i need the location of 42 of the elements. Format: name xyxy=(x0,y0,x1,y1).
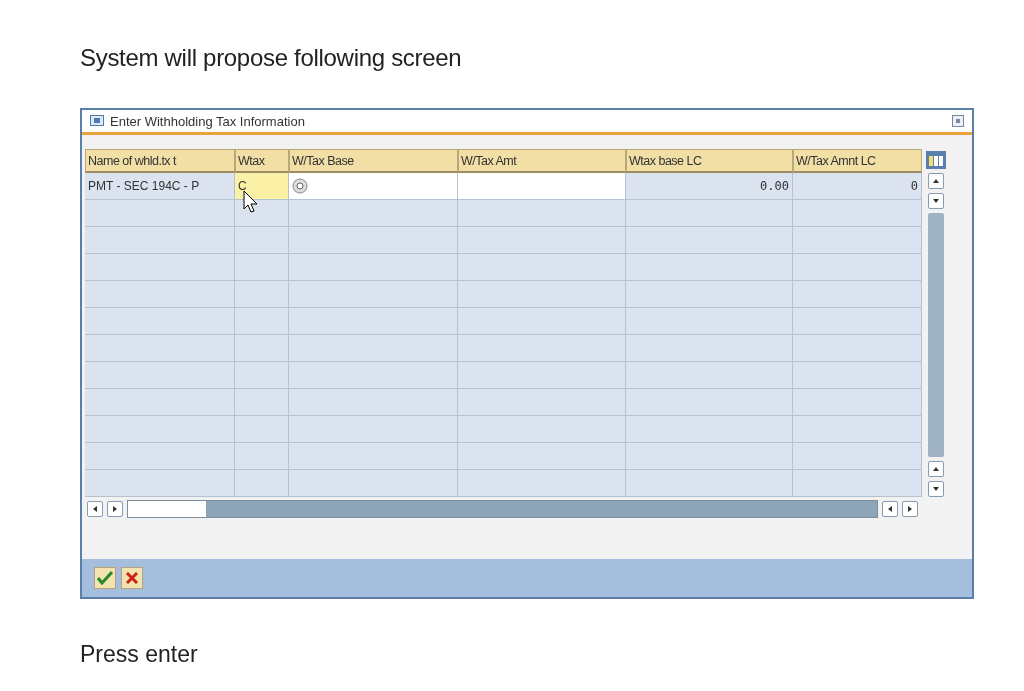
left-arrow-icon xyxy=(886,505,894,513)
column-header[interactable]: Wtax base LC xyxy=(626,149,793,173)
down-arrow-icon xyxy=(931,197,940,205)
mouse-pointer-icon xyxy=(243,190,259,214)
instruction-text: Press enter xyxy=(80,641,199,668)
input-field[interactable]: C xyxy=(235,173,289,200)
table-cell: PMT - SEC 194C - P xyxy=(85,173,235,200)
column-header[interactable]: Name of whld.tx t xyxy=(85,149,235,173)
right-arrow-icon xyxy=(906,505,914,513)
scroll-button[interactable] xyxy=(87,501,103,517)
scroll-button[interactable] xyxy=(927,461,944,477)
window-title: Enter Withholding Tax Information xyxy=(110,113,306,129)
column-header[interactable]: Wtax xyxy=(235,149,289,173)
scroll-button[interactable] xyxy=(882,501,898,517)
table-cell: 0.00 xyxy=(626,173,793,200)
column-header[interactable]: W/Tax Amt xyxy=(458,149,626,173)
up-arrow-icon xyxy=(931,465,940,473)
confirm-button[interactable] xyxy=(94,567,116,589)
up-arrow-icon xyxy=(931,177,940,185)
checkmark-icon xyxy=(97,571,113,585)
scroll-button[interactable] xyxy=(927,173,944,189)
input-field[interactable] xyxy=(289,173,458,200)
down-arrow-icon xyxy=(931,485,940,493)
cross-icon xyxy=(125,571,139,585)
scrollbar-track[interactable] xyxy=(927,213,944,457)
scroll-button[interactable] xyxy=(902,501,918,517)
column-settings-icon[interactable] xyxy=(925,151,946,169)
scroll-button[interactable] xyxy=(107,501,123,517)
column-header[interactable]: W/Tax Amnt LC xyxy=(793,149,922,173)
input-field[interactable] xyxy=(458,173,626,200)
value-help-icon[interactable] xyxy=(292,178,308,194)
scroll-button[interactable] xyxy=(927,193,944,209)
horizontal-scrollbar[interactable] xyxy=(127,500,878,518)
table-cell: 0 xyxy=(793,173,922,200)
right-arrow-icon xyxy=(111,505,119,513)
left-arrow-icon xyxy=(91,505,99,513)
scroll-button[interactable] xyxy=(927,481,944,497)
cancel-button[interactable] xyxy=(121,567,143,589)
heading: System will propose following screen xyxy=(80,44,463,72)
window-icon xyxy=(90,115,106,127)
column-header[interactable]: W/Tax Base xyxy=(289,149,458,173)
maximize-icon[interactable] xyxy=(952,115,964,127)
